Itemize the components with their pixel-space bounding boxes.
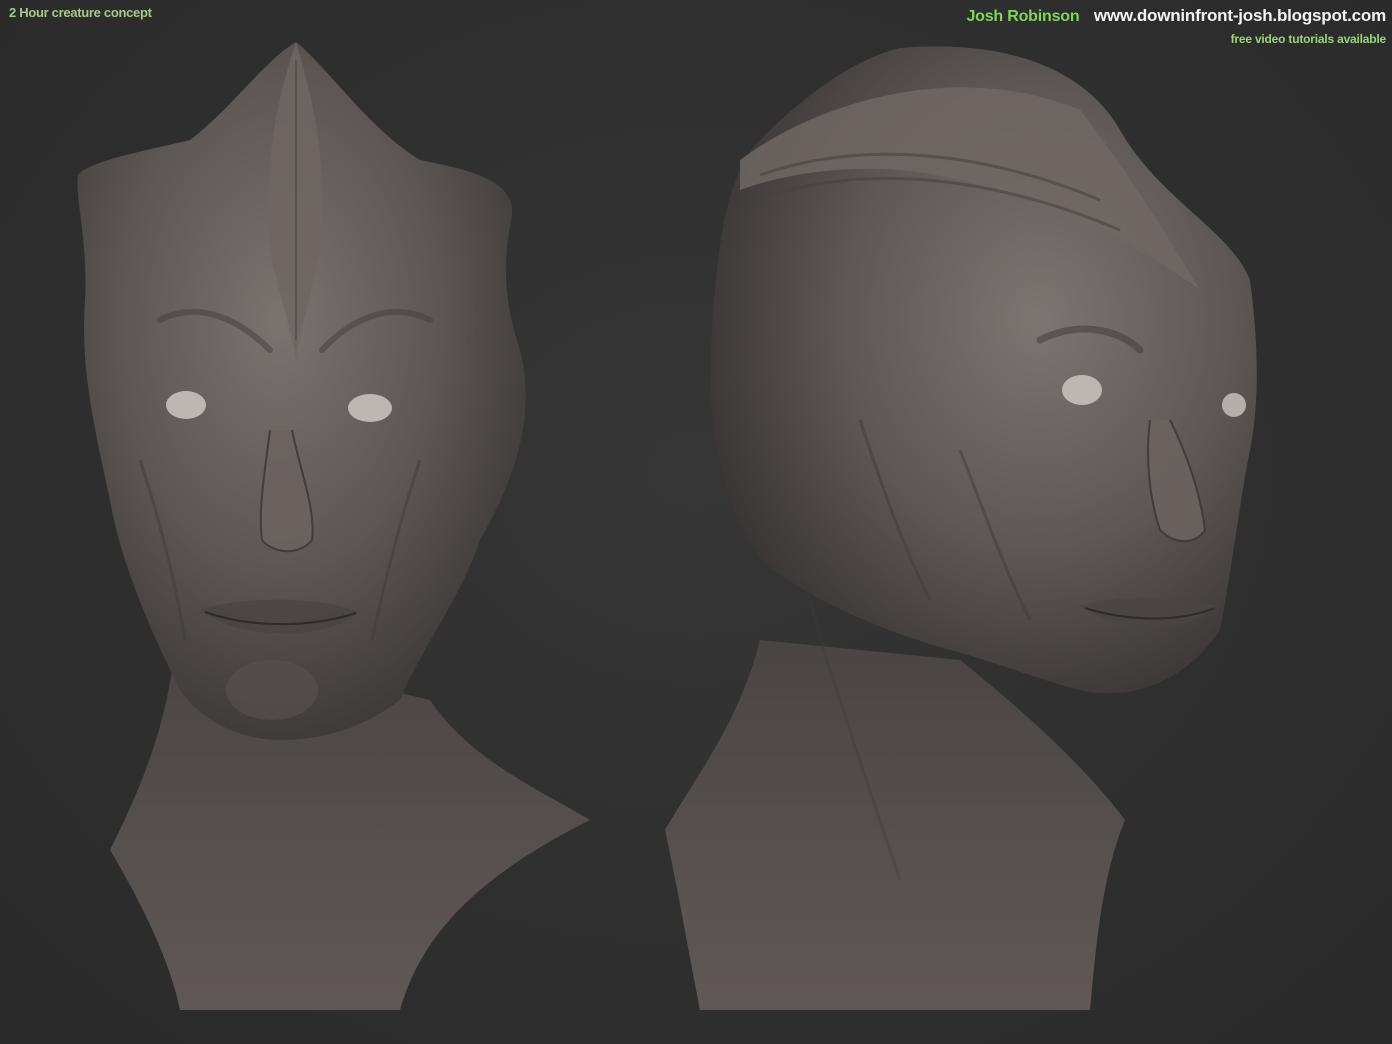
author-website-link[interactable]: www.downinfront-josh.blogspot.com [1094,6,1386,25]
render-caption: 2 Hour creature concept [9,5,152,20]
side-neck [665,640,1125,1010]
front-view-head [77,42,590,1010]
author-credit: Josh Robinson www.downinfront-josh.blogs… [966,6,1386,46]
front-left-eye [166,391,206,419]
side-far-eye [1222,393,1246,417]
creature-sculpt-renders [77,42,1257,1010]
author-name: Josh Robinson [966,8,1080,25]
tutorials-note: free video tutorials available [1230,32,1387,46]
front-right-eye [348,394,392,422]
front-chin [226,660,318,720]
render-viewport: 2 Hour creature concept Josh Robinson ww… [0,0,1392,1044]
three-quarter-view-head [665,46,1257,1010]
side-near-eye [1062,375,1102,405]
